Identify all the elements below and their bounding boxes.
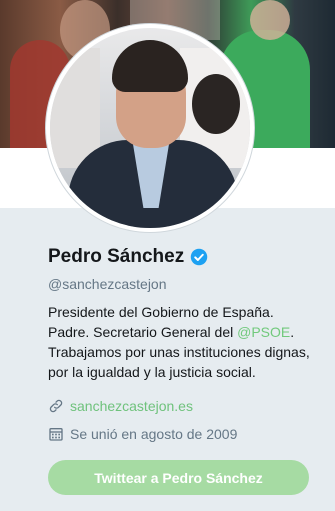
tweet-to-button[interactable]: Twittear a Pedro Sánchez bbox=[48, 460, 309, 495]
verified-badge-icon bbox=[190, 248, 208, 266]
bio-text: Padre. Secretario General del bbox=[48, 324, 238, 340]
avatar-image bbox=[50, 28, 250, 228]
calendar-icon bbox=[49, 428, 63, 441]
bio-line: Trabajamos por unas instituciones dignas… bbox=[48, 344, 310, 360]
bio-mention-link[interactable]: @PSOE bbox=[237, 324, 290, 340]
avatar-figure-hair bbox=[112, 40, 188, 92]
avatar-background-figure bbox=[192, 74, 240, 134]
bio-line: por la igualdad y la justicia social. bbox=[48, 364, 256, 380]
link-icon bbox=[49, 399, 63, 413]
bio-line: Padre. Secretario General del @PSOE. bbox=[48, 322, 318, 342]
bio-text: . bbox=[290, 324, 295, 340]
banner-shape bbox=[250, 0, 290, 40]
profile-bio: Presidente del Gobierno de España. Padre… bbox=[48, 302, 318, 382]
profile-join-date: Se unió en agosto de 2009 bbox=[48, 426, 237, 442]
profile-name-row: Pedro Sánchez bbox=[48, 246, 208, 268]
avatar[interactable] bbox=[46, 24, 254, 232]
profile-website: sanchezcastejon.es bbox=[48, 398, 193, 414]
profile-name[interactable]: Pedro Sánchez bbox=[48, 246, 184, 268]
join-date-text: Se unió en agosto de 2009 bbox=[70, 426, 238, 442]
bio-line: Presidente del Gobierno de España. bbox=[48, 304, 274, 320]
profile-handle[interactable]: @sanchezcastejon bbox=[48, 276, 167, 292]
website-link[interactable]: sanchezcastejon.es bbox=[70, 398, 193, 414]
